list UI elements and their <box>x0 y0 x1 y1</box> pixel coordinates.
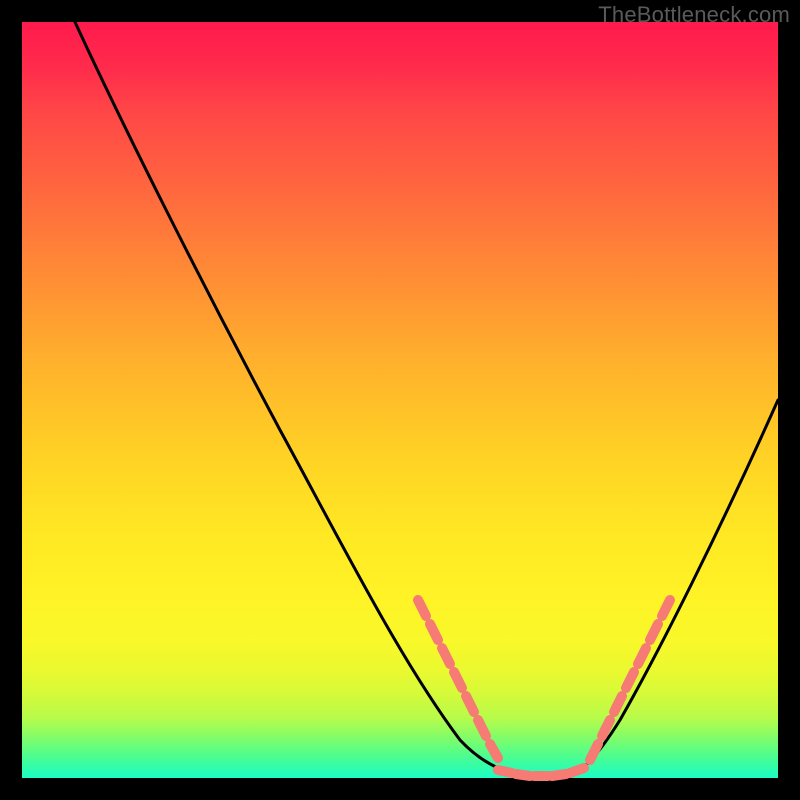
marker-segment <box>552 774 566 776</box>
marker-segment <box>626 672 634 688</box>
marker-segment <box>638 648 646 664</box>
marker-segment <box>650 624 658 640</box>
marker-segment <box>570 768 584 773</box>
marker-segment <box>418 600 426 616</box>
marker-segment <box>498 770 512 773</box>
bottleneck-curve <box>75 22 778 778</box>
bottom-markers <box>498 768 584 776</box>
marker-segment <box>466 696 474 712</box>
marker-segment <box>516 774 530 776</box>
marker-segment <box>614 696 622 712</box>
marker-segment <box>662 600 670 616</box>
marker-segment <box>454 672 462 688</box>
watermark-text: TheBottleneck.com <box>598 2 790 28</box>
marker-segment <box>590 744 598 760</box>
curve-group <box>75 22 778 778</box>
left-descent-markers <box>418 600 498 758</box>
right-ascent-markers <box>590 600 670 760</box>
marker-segment <box>478 720 486 736</box>
marker-segment <box>442 648 450 664</box>
marker-segment <box>602 720 610 736</box>
chart-svg <box>0 0 800 800</box>
marker-segment <box>490 744 498 758</box>
marker-segment <box>430 624 438 640</box>
